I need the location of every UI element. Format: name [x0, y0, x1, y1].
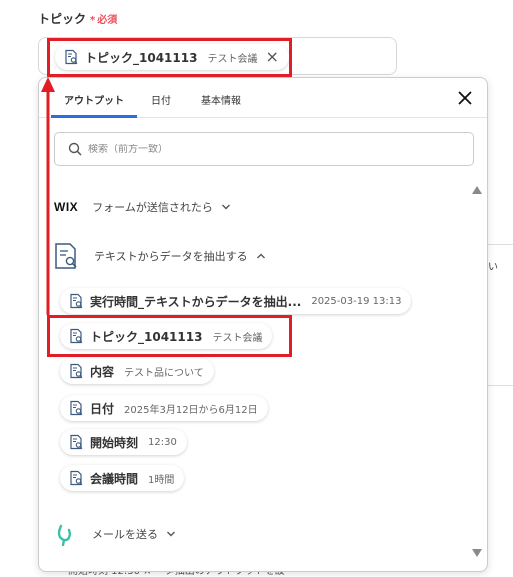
- output-item[interactable]: 日付 2025年3月12日から6月12日: [60, 395, 268, 421]
- search-icon: [68, 142, 82, 156]
- output-value: 2025-03-19 13:13: [311, 295, 402, 307]
- tab-date[interactable]: 日付: [151, 92, 171, 107]
- section-label: テキストからデータを抽出する: [94, 250, 248, 263]
- output-item[interactable]: 内容 テスト品について: [60, 358, 214, 384]
- topic-field-label: トピック * 必須: [38, 10, 117, 27]
- required-text: 必須: [97, 15, 118, 26]
- output-item[interactable]: 実行時間_テキストからデータを抽出... 2025-03-19 13:13: [60, 288, 412, 314]
- app-root: トピック*必須 トピック_1041113 テスト会議 × さい 開始時刻 12:…: [0, 0, 513, 577]
- output-name: 日付: [90, 401, 115, 416]
- chevron-down-icon: [221, 204, 230, 210]
- document-search-icon: [70, 400, 83, 416]
- document-search-icon: [70, 293, 83, 309]
- tab-basic-info[interactable]: 基本情報: [201, 92, 241, 107]
- search-box[interactable]: [54, 132, 474, 166]
- output-name: 実行時間_テキストからデータを抽出...: [90, 294, 302, 309]
- section-wix-form[interactable]: WIX フォームが送信されたら: [54, 199, 231, 215]
- document-search-icon: [70, 434, 83, 450]
- section-extract-data[interactable]: テキストからデータを抽出する: [54, 242, 266, 270]
- chip-name: トピック_1041113: [85, 50, 198, 65]
- output-item[interactable]: 会議時間 1時間: [60, 465, 185, 491]
- section-label: メールを送る: [92, 528, 158, 541]
- chevron-up-icon: [256, 253, 265, 259]
- section-label: フォームが送信されたら: [92, 201, 213, 214]
- chevron-down-icon: [167, 531, 175, 537]
- required-badge: * 必須: [90, 15, 117, 26]
- close-icon[interactable]: [457, 90, 473, 106]
- wix-logo: WIX: [54, 200, 79, 214]
- output-item[interactable]: トピック_1041113 テスト会議: [60, 323, 273, 349]
- output-name: 内容: [90, 364, 115, 379]
- output-value: 12:30: [148, 436, 177, 448]
- chip-value: テスト会議: [207, 53, 258, 65]
- remove-chip-icon[interactable]: ×: [265, 49, 278, 65]
- field-label-text: トピック: [38, 12, 87, 26]
- tab-output[interactable]: アウトプット: [64, 92, 124, 107]
- section-send-mail[interactable]: メールを送る: [54, 522, 176, 546]
- output-item[interactable]: 開始時刻 12:30: [60, 429, 187, 455]
- background-divider: [487, 385, 513, 386]
- document-search-icon: [55, 243, 77, 269]
- scroll-down-arrow[interactable]: [472, 549, 482, 557]
- document-search-icon: [70, 470, 83, 486]
- output-value: 1時間: [148, 474, 175, 486]
- document-search-icon: [65, 49, 78, 65]
- mail-app-icon: [57, 524, 71, 546]
- tab-bar: アウトプット 日付 基本情報: [39, 78, 487, 118]
- document-search-icon: [70, 328, 83, 344]
- selected-chip[interactable]: トピック_1041113 テスト会議 ×: [55, 44, 289, 70]
- search-input[interactable]: [88, 143, 448, 155]
- output-name: トピック_1041113: [90, 329, 203, 344]
- variable-picker-dropdown: アウトプット 日付 基本情報 WIX フォームが送信されたら: [38, 77, 488, 572]
- required-asterisk: *: [90, 15, 96, 26]
- output-value: テスト会議: [212, 332, 263, 344]
- output-name: 開始時刻: [90, 435, 139, 450]
- background-divider: [487, 244, 513, 245]
- scroll-up-arrow[interactable]: [472, 186, 482, 194]
- document-search-icon: [70, 363, 83, 379]
- output-name: 会議時間: [90, 471, 139, 486]
- active-tab-indicator: [51, 115, 137, 118]
- output-value: テスト品について: [124, 367, 204, 379]
- output-value: 2025年3月12日から6月12日: [124, 404, 258, 416]
